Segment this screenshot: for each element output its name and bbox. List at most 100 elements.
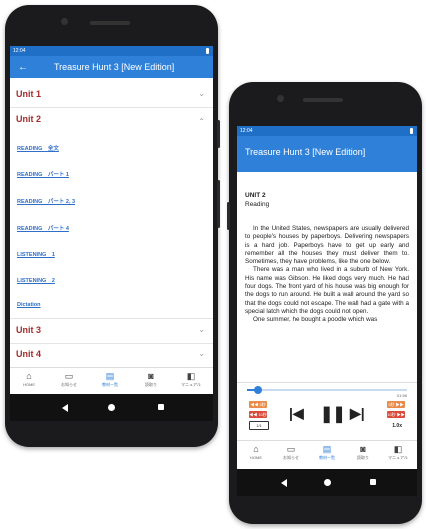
unit-label: Unit 3 [16, 325, 42, 335]
reading-text: In the United States, newspapers are usu… [245, 225, 409, 325]
repeat-label: 1/1 [256, 423, 262, 428]
tab-label: 読取り [145, 382, 157, 387]
home-icon: ⌂ [26, 371, 32, 381]
paragraph-3: One summer, he bought a poodle which was [253, 316, 378, 324]
tab-home[interactable]: ⌂ HOME [14, 371, 44, 387]
volume-button [217, 120, 220, 148]
lesson-link-listening1[interactable]: LISTENING 1 [17, 250, 55, 258]
chevron-down-icon: ⌄ [198, 89, 205, 98]
tab-scan[interactable]: ◙ 読取り [136, 371, 166, 388]
unit-label: Unit 2 [16, 114, 42, 124]
status-time: 12:04 [240, 128, 253, 134]
unit-4-row[interactable]: Unit 4 ⌄ [10, 343, 213, 368]
earpiece-speaker [90, 21, 130, 25]
tab-materials[interactable]: ▤ 教材一覧 [312, 444, 342, 461]
power-button [217, 180, 220, 228]
system-nav-bar [10, 394, 213, 421]
pause-icon[interactable]: ❚❚ [320, 404, 346, 424]
app-title: Treasure Hunt 3 [New Edition] [245, 147, 366, 157]
tab-manual[interactable]: ◧ マニュアル [176, 371, 206, 388]
bottom-tab-bar: ⌂ HOME ▭ お知らせ ▤ 教材一覧 ◙ 読取り ◧ マニュアル [10, 367, 213, 395]
tab-notice[interactable]: ▭ お知らせ [276, 444, 306, 461]
notice-icon: ▭ [286, 444, 296, 454]
nav-recent-icon[interactable] [158, 404, 164, 410]
unit-3-row[interactable]: Unit 3 ⌄ [10, 318, 213, 344]
notice-icon: ▭ [64, 371, 74, 381]
chevron-up-icon: ⌃ [198, 117, 205, 126]
lesson-link-reading-part23[interactable]: READING パート 2, 3 [17, 197, 75, 205]
tab-home[interactable]: ⌂ HOME [241, 444, 271, 460]
home-icon: ⌂ [253, 444, 259, 454]
paragraph-1: In the United States, newspapers are usu… [245, 225, 409, 266]
lesson-link-dictation[interactable]: Dictation [17, 302, 41, 308]
materials-icon: ▤ [105, 371, 115, 381]
tab-scan[interactable]: ◙ 読取り [348, 444, 378, 461]
nav-home-icon[interactable] [108, 404, 115, 411]
unit-2-row[interactable]: Unit 2 ⌃ [10, 108, 213, 132]
tab-notice[interactable]: ▭ お知らせ [54, 371, 84, 388]
nav-back-icon[interactable] [281, 479, 287, 487]
chevron-down-icon: ⌄ [198, 349, 205, 358]
skip-back-5-button[interactable]: ◀◀ 5秒 [249, 401, 267, 408]
unit-label: Unit 4 [16, 349, 42, 359]
lesson-link-reading-full[interactable]: READING 全文 [17, 144, 59, 152]
nav-recent-icon[interactable] [370, 479, 376, 485]
time-display: 01:56 [396, 393, 407, 398]
screen-left: 12:04 ← Treasure Hunt 3 [New Edition] Un… [10, 46, 213, 421]
status-time: 12:04 [13, 48, 26, 54]
paragraph-2: There was a man who lived in a suburb of… [245, 266, 409, 315]
lesson-link-reading-part1[interactable]: READING パート 1 [17, 170, 69, 178]
tab-label: HOME [23, 382, 35, 387]
tab-label: 教材一覧 [319, 455, 335, 460]
system-nav-bar [237, 469, 417, 496]
speed-label[interactable]: 1.0x [392, 423, 402, 429]
manual-icon: ◧ [393, 444, 403, 454]
lesson-link-reading-part4[interactable]: READING パート 4 [17, 224, 69, 232]
next-track-icon[interactable]: ▶| [350, 405, 365, 422]
front-camera [277, 95, 284, 102]
earpiece-speaker [303, 98, 343, 102]
status-bar: 12:04 [237, 126, 417, 136]
battery-icon [410, 128, 413, 134]
tab-label: HOME [250, 455, 262, 460]
unit-heading: UNIT 2 [245, 192, 266, 199]
repeat-button[interactable]: 1/1 [249, 421, 269, 430]
tab-label: 読取り [357, 455, 369, 460]
app-bar: ← Treasure Hunt 3 [New Edition] [10, 56, 213, 78]
nav-back-icon[interactable] [62, 404, 68, 412]
bottom-tab-bar: ⌂ HOME ▭ お知らせ ▤ 教材一覧 ◙ 読取り ◧ マニュアル [237, 440, 417, 470]
tab-label: お知らせ [283, 455, 299, 460]
progress-track[interactable] [247, 386, 407, 394]
tab-label: マニュアル [181, 382, 201, 387]
chevron-down-icon: ⌄ [198, 325, 205, 334]
phone-left: 12:04 ← Treasure Hunt 3 [New Edition] Un… [5, 5, 220, 447]
camera-icon: ◙ [360, 444, 366, 454]
lesson-link-listening2[interactable]: LISTENING 2 [17, 276, 55, 284]
manual-icon: ◧ [186, 371, 196, 381]
skip-back-10-button[interactable]: ◀◀ 10秒 [249, 411, 267, 418]
tab-label: お知らせ [61, 382, 77, 387]
tab-label: 教材一覧 [102, 382, 118, 387]
back-arrow-icon[interactable]: ← [18, 62, 28, 73]
phone-right: 12:04 Treasure Hunt 3 [New Edition] UNIT… [227, 82, 422, 524]
volume-button [227, 202, 230, 230]
status-bar: 12:04 [10, 46, 213, 56]
section-label: Reading [245, 201, 270, 208]
screen-right: 12:04 Treasure Hunt 3 [New Edition] UNIT… [237, 126, 417, 496]
unit-label: Unit 1 [16, 89, 42, 99]
skip-fwd-10-button[interactable]: 10秒 ▶▶ [387, 411, 405, 418]
nav-home-icon[interactable] [324, 479, 331, 486]
materials-icon: ▤ [322, 444, 332, 454]
app-title: Treasure Hunt 3 [New Edition] [54, 62, 175, 72]
unit-1-row[interactable]: Unit 1 ⌄ [10, 83, 213, 108]
tab-materials[interactable]: ▤ 教材一覧 [95, 371, 125, 388]
tab-label: マニュアル [388, 455, 408, 460]
skip-fwd-5-button[interactable]: 5秒 ▶▶ [387, 401, 405, 408]
prev-track-icon[interactable]: |◀ [289, 405, 304, 422]
app-bar: Treasure Hunt 3 [New Edition] [237, 136, 417, 172]
tab-manual[interactable]: ◧ マニュアル [383, 444, 413, 461]
progress-knob[interactable] [254, 386, 263, 394]
camera-icon: ◙ [148, 371, 154, 381]
battery-icon [206, 48, 209, 54]
front-camera [61, 18, 68, 25]
